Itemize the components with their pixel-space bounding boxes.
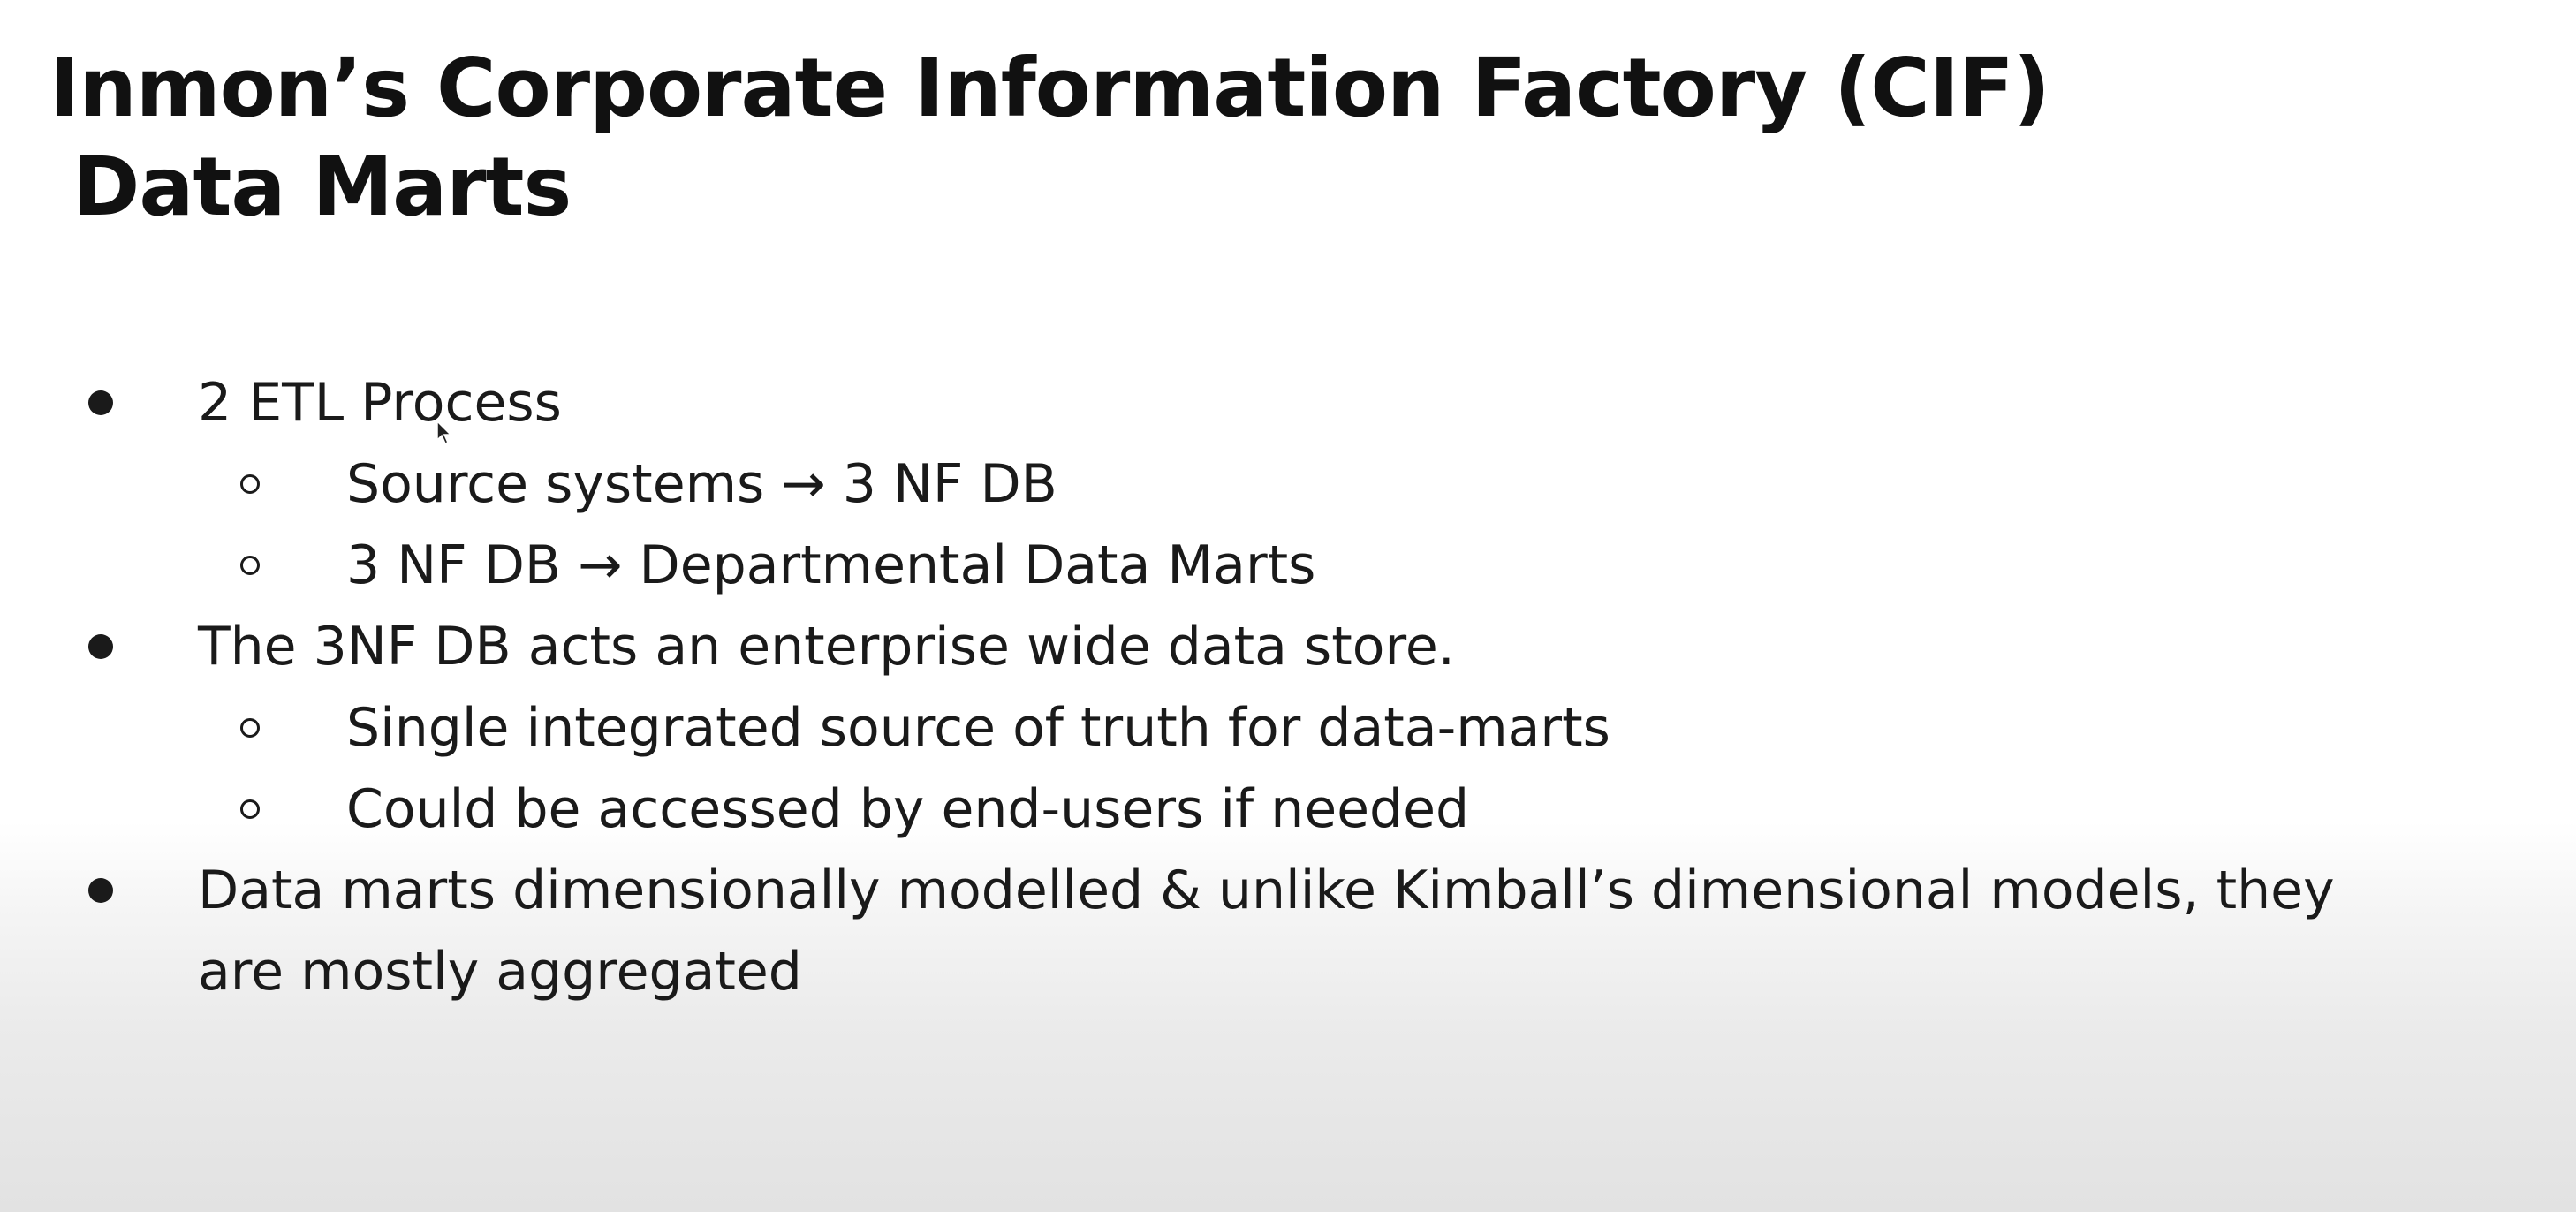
sub-bullet-text: 3 NF DB → Departmental Data Marts: [346, 534, 1316, 596]
slide-title-line-1: Inmon’s Corporate Information Factory (C…: [49, 41, 2050, 135]
sub-bullet-text: Could be accessed by end-users if needed: [346, 778, 1470, 840]
sub-bullet-item: Could be accessed by end-users if needed: [0, 769, 2576, 850]
slide: Inmon’s Corporate Information Factory (C…: [0, 0, 2576, 1212]
filled-bullet-icon: [88, 390, 113, 415]
bullet-item-data-marts: Data marts dimensionally modelled & unli…: [0, 850, 2336, 1012]
slide-title-line-2: Data Marts: [72, 140, 572, 234]
sub-bullet-text: Single integrated source of truth for da…: [346, 697, 1610, 759]
bullet-item-3nf-db: The 3NF DB acts an enterprise wide data …: [0, 606, 2576, 687]
sub-bullet-text: Source systems → 3 NF DB: [346, 453, 1057, 515]
bullet-text: 2 ETL Process: [198, 372, 562, 434]
sub-bullet-item: Single integrated source of truth for da…: [0, 687, 2576, 769]
filled-bullet-icon: [88, 878, 113, 903]
slide-title: Inmon’s Corporate Information Factory (C…: [49, 39, 2050, 237]
filled-bullet-icon: [88, 634, 113, 659]
bullet-list: 2 ETL Process Source systems → 3 NF DB 3…: [0, 362, 2576, 1012]
hollow-bullet-icon: [240, 474, 260, 494]
sub-bullet-item: Source systems → 3 NF DB: [0, 443, 2576, 525]
hollow-bullet-icon: [240, 556, 260, 575]
bullet-text: Data marts dimensionally modelled & unli…: [198, 860, 2335, 1003]
hollow-bullet-icon: [240, 799, 260, 819]
sub-bullet-item: 3 NF DB → Departmental Data Marts: [0, 525, 2576, 606]
bullet-text: The 3NF DB acts an enterprise wide data …: [198, 616, 1455, 678]
mouse-pointer-icon: [436, 420, 452, 444]
hollow-bullet-icon: [240, 718, 260, 738]
bullet-item-etl-process: 2 ETL Process: [0, 362, 2576, 443]
